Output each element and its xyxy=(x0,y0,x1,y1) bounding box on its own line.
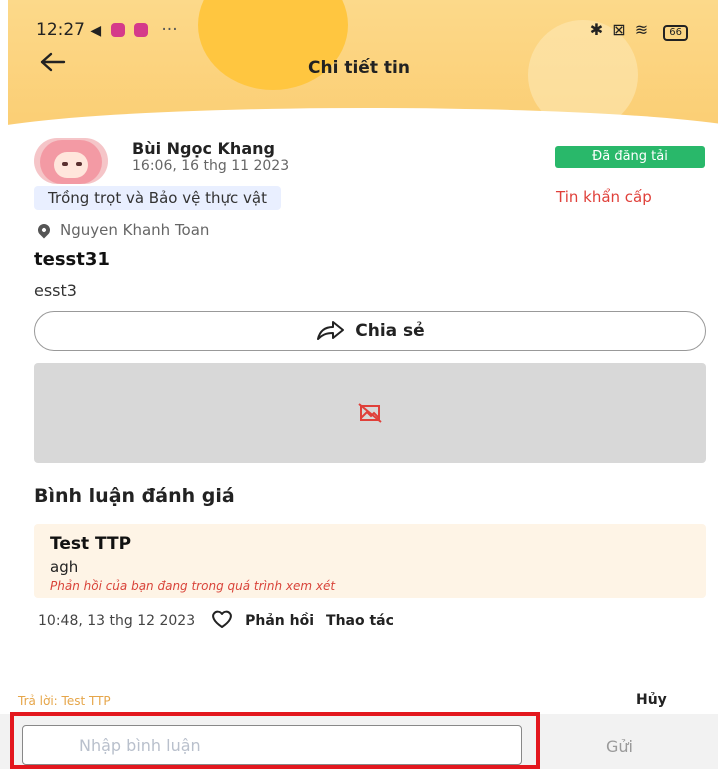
category-tag: Trồng trọt và Bảo vệ thực vật xyxy=(34,186,281,210)
sim-icon: ⊠ xyxy=(612,20,628,39)
post-body: esst3 xyxy=(34,281,77,300)
share-icon xyxy=(317,321,345,340)
page-title: Chi tiết tin xyxy=(308,58,410,78)
comments-section-title: Bình luận đánh giá xyxy=(34,485,235,507)
comment-author: Test TTP xyxy=(50,534,132,554)
reply-to-label: Trả lời: Test TTP xyxy=(18,694,111,708)
status-badge: Đã đăng tải xyxy=(555,146,705,168)
telegram-icon: ◀ xyxy=(90,23,102,39)
location-text: Nguyen Khanh Toan xyxy=(60,221,210,239)
battery-icon: 66 xyxy=(663,25,688,41)
instagram-icon xyxy=(110,23,125,37)
avatar[interactable] xyxy=(34,138,108,184)
comment-card: Test TTP agh Phản hồi của bạn đang trong… xyxy=(34,524,706,598)
location: Nguyen Khanh Toan xyxy=(35,221,210,239)
status-time: 12:27 xyxy=(36,20,85,40)
comment-text: agh xyxy=(50,558,79,576)
wifi-icon: ≋ xyxy=(634,20,651,39)
share-button[interactable]: Chia sẻ xyxy=(34,311,706,351)
actions-button[interactable]: Thao tác xyxy=(326,613,394,629)
more-icon: ··· xyxy=(161,20,178,40)
instagram-icon xyxy=(134,23,148,37)
author-name[interactable]: Bùi Ngọc Khang xyxy=(132,139,275,158)
broken-image-icon xyxy=(358,403,382,423)
status-bar-time: 12:27 ◀ ··· xyxy=(36,20,178,40)
heart-icon[interactable] xyxy=(211,609,233,633)
post-time: 16:06, 16 thg 11 2023 xyxy=(132,158,290,174)
media-placeholder[interactable] xyxy=(34,363,706,463)
share-label: Chia sẻ xyxy=(355,321,425,341)
reply-button[interactable]: Phản hồi xyxy=(245,613,314,629)
comment-review-note: Phản hồi của bạn đang trong quá trình xe… xyxy=(50,579,336,593)
comment-input[interactable] xyxy=(22,725,522,765)
send-button[interactable]: Gửi xyxy=(606,737,633,756)
location-pin-icon xyxy=(35,221,53,239)
cancel-reply-button[interactable]: Hủy xyxy=(636,692,667,708)
post-title: tesst31 xyxy=(34,249,110,270)
comment-time: 10:48, 13 thg 12 2023 xyxy=(38,613,196,629)
status-bar-icons: ✱ ⊠ ≋ 66 xyxy=(590,20,688,41)
urgent-label: Tin khẩn cấp xyxy=(556,188,652,206)
comment-meta: 10:48, 13 thg 12 2023 Phản hồi Thao tác xyxy=(38,609,406,633)
bluetooth-icon: ✱ xyxy=(589,20,606,39)
